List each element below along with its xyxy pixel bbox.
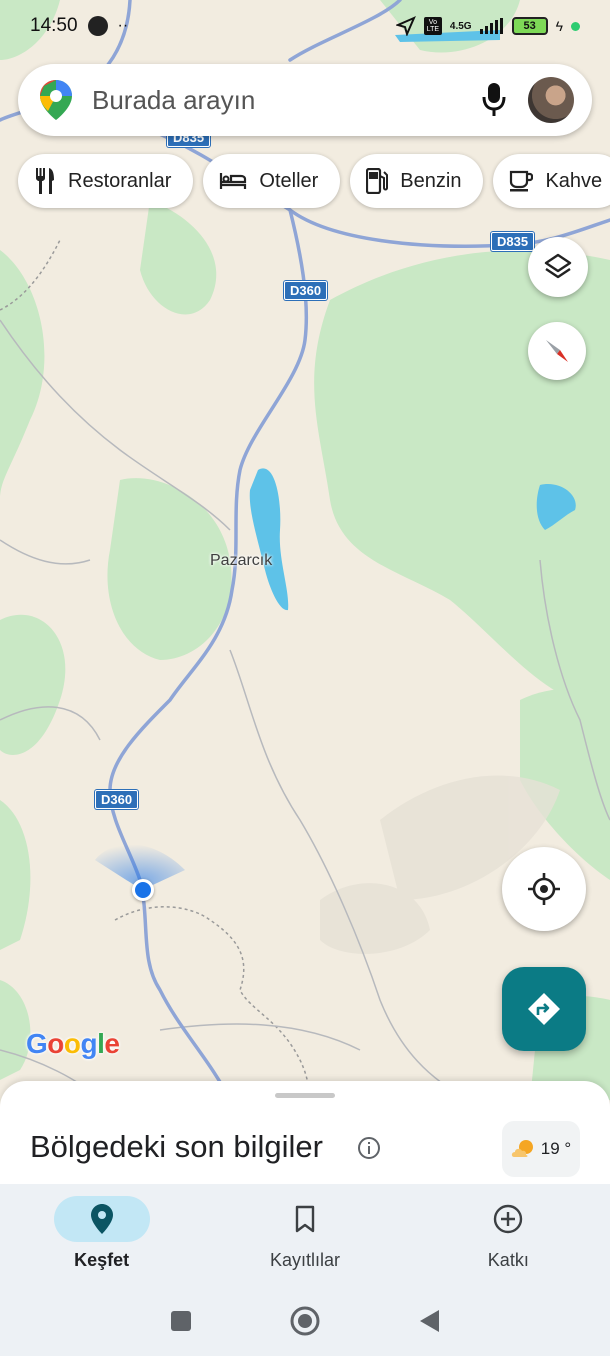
nav-label: Kayıtlılar [269, 1250, 340, 1270]
chip-hotels[interactable]: Oteller [203, 154, 341, 208]
nav-active-pill [53, 1196, 150, 1242]
microphone-icon[interactable] [474, 80, 514, 120]
explore-pin-icon [90, 1204, 113, 1234]
maps-pin-logo-icon [40, 80, 72, 120]
bottom-navigation: Keşfet Kayıtlılar Katkı [0, 1184, 610, 1286]
coffee-icon [510, 170, 534, 192]
chip-restaurants[interactable]: Restoranlar [18, 154, 194, 208]
gps-crosshair-icon [528, 873, 560, 905]
google-logo: Google [26, 1028, 120, 1059]
my-location-button[interactable] [502, 847, 586, 931]
nav-explore[interactable]: Keşfet [0, 1184, 203, 1286]
battery-level: 53 [523, 20, 536, 32]
back-icon[interactable] [417, 1308, 441, 1334]
chip-label: Benzin [400, 169, 462, 192]
nav-label: Keşfet [74, 1250, 130, 1270]
compass-button[interactable] [528, 322, 586, 380]
add-circle-icon [494, 1204, 523, 1234]
hotel-icon [220, 173, 247, 189]
recent-apps-icon[interactable] [169, 1309, 193, 1333]
partly-cloudy-icon [511, 1140, 533, 1157]
chip-label: Oteller [259, 169, 319, 192]
volte-icon: Vo LTE [423, 17, 442, 35]
more-notifications-icon: ·· [117, 17, 129, 34]
battery-icon: 53 [511, 17, 548, 35]
layers-icon [544, 253, 572, 279]
chip-label: Kahve [545, 169, 603, 192]
network-type: 4.5G [449, 20, 472, 32]
chip-label: Restoranlar [68, 169, 172, 192]
sheet-title: Bölgedeki son bilgiler [30, 1129, 323, 1164]
system-navigation-bar [0, 1286, 610, 1356]
notification-dot-icon [87, 16, 108, 36]
weather-temperature: 19 ° [540, 1139, 572, 1158]
charging-icon: ϟ [555, 18, 563, 34]
road-shield-d360-south: D360 [95, 790, 139, 809]
home-icon[interactable] [289, 1305, 321, 1337]
bottom-sheet[interactable]: Bölgedeki son bilgiler 19 ° [0, 1081, 610, 1191]
nav-saved[interactable]: Kayıtlılar [203, 1184, 406, 1286]
location-arrow-icon [395, 16, 416, 36]
nav-label: Katkı [487, 1250, 529, 1270]
layers-button[interactable] [528, 237, 588, 297]
nav-pill [257, 1196, 353, 1242]
restaurant-icon [36, 168, 54, 194]
bookmark-icon [295, 1205, 315, 1233]
road-shield-d835-east: D835 [491, 232, 535, 251]
search-bar[interactable]: Burada arayın [18, 64, 592, 136]
chip-coffee[interactable]: Kahve [493, 154, 610, 208]
signal-icon [479, 18, 503, 34]
weather-chip[interactable]: 19 ° [502, 1121, 580, 1177]
my-location-dot [132, 879, 154, 901]
place-label-pazarcik[interactable]: Pazarcık [210, 552, 272, 570]
search-input[interactable]: Burada arayın [92, 85, 474, 116]
directions-icon [528, 993, 560, 1025]
gas-station-icon [366, 168, 389, 194]
chip-gas[interactable]: Benzin [350, 154, 484, 208]
nav-pill [460, 1196, 556, 1242]
directions-button[interactable] [502, 967, 586, 1051]
nav-contribute[interactable]: Katkı [407, 1184, 610, 1286]
sheet-drag-handle[interactable] [275, 1093, 335, 1098]
status-bar: 14:50 ·· Vo LTE 4.5G 53 ϟ [0, 0, 610, 52]
compass-icon [546, 340, 568, 362]
privacy-indicator-icon [571, 21, 580, 31]
info-icon[interactable] [357, 1136, 381, 1160]
account-avatar[interactable] [528, 77, 574, 123]
road-shield-d360-north: D360 [284, 281, 328, 300]
status-time: 14:50 [30, 15, 78, 36]
category-chips: Restoranlar Oteller Benzin Kahve [18, 154, 610, 210]
